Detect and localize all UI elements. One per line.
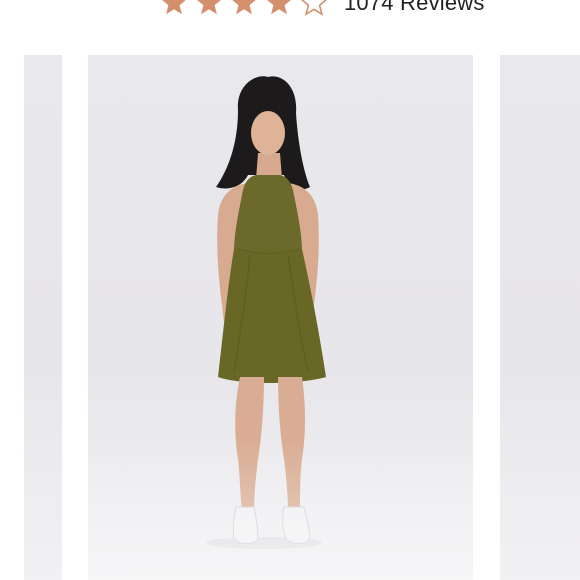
star-filled-icon	[160, 0, 188, 17]
product-image-carousel[interactable]	[0, 55, 580, 580]
product-page: 1074 Reviews	[0, 0, 580, 580]
star-rating	[160, 0, 328, 17]
star-filled-icon	[195, 0, 223, 17]
carousel-slide-previous[interactable]	[24, 55, 62, 580]
star-empty-icon	[300, 0, 328, 17]
carousel-slide-active[interactable]	[88, 55, 473, 580]
product-photo-model-dress	[206, 76, 326, 549]
reviews-count-link[interactable]: 1074 Reviews	[344, 0, 485, 16]
rating-summary[interactable]: 1074 Reviews	[160, 0, 485, 18]
carousel-slide-next[interactable]	[500, 55, 580, 580]
star-filled-icon	[265, 0, 293, 17]
star-filled-icon	[230, 0, 258, 17]
